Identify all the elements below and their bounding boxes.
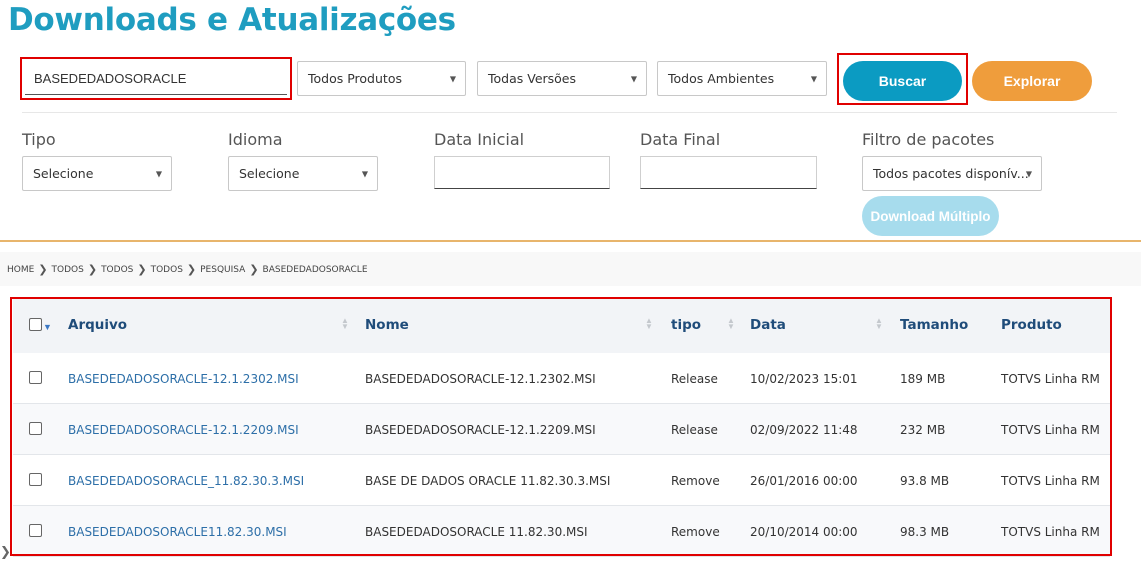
row-checkbox[interactable] [29, 371, 42, 384]
idioma-label: Idioma [228, 130, 283, 149]
sort-icon[interactable]: ▲ ▼ [875, 317, 883, 331]
search-input[interactable] [25, 62, 287, 95]
breadcrumb-item-home[interactable]: HOME [7, 265, 34, 275]
page-title: Downloads e Atualizações [8, 2, 456, 38]
arquivo-link[interactable]: BASEDEDADOSORACLE-12.1.2302.MSI [68, 372, 299, 386]
header-tamanho[interactable]: Tamanho [900, 317, 968, 333]
tipo-cell: Remove [671, 525, 720, 539]
data-inicial-input[interactable] [434, 156, 610, 189]
breadcrumb-item-current: BASEDEDADOSORACLE [262, 264, 368, 275]
tipo-select[interactable]: Selecione ▼ [22, 156, 172, 191]
versoes-select-value: Todas Versões [488, 71, 577, 86]
data-cell: 20/10/2014 00:00 [750, 525, 858, 539]
produto-cell: TOTVS Linha RM [1001, 474, 1100, 488]
data-cell: 02/09/2022 11:48 [750, 423, 858, 437]
tipo-select-value: Selecione [33, 166, 94, 181]
select-all-checkbox[interactable] [29, 318, 42, 331]
table-row: BASEDEDADOSORACLE11.82.30.MSI BASEDEDADO… [13, 506, 1110, 557]
row-checkbox[interactable] [29, 524, 42, 537]
nome-cell: BASEDEDADOSORACLE 11.82.30.MSI [365, 525, 588, 539]
nome-cell: BASEDEDADOSORACLE-12.1.2302.MSI [365, 372, 596, 386]
table-row: BASEDEDADOSORACLE-12.1.2209.MSI BASEDEDA… [13, 404, 1110, 455]
tamanho-cell: 232 MB [900, 423, 946, 437]
arquivo-link[interactable]: BASEDEDADOSORACLE_11.82.30.3.MSI [68, 474, 304, 488]
tamanho-cell: 189 MB [900, 372, 946, 386]
chevron-right-icon: ❯ [249, 263, 259, 276]
caret-down-icon: ▼ [361, 169, 368, 178]
caret-down-icon: ▼ [630, 74, 637, 83]
header-arquivo[interactable]: Arquivo [68, 317, 127, 333]
data-cell: 26/01/2016 00:00 [750, 474, 858, 488]
chevron-right-icon[interactable]: ❯ [0, 544, 11, 560]
table-row: BASEDEDADOSORACLE-12.1.2302.MSI BASEDEDA… [13, 353, 1110, 404]
caret-down-icon[interactable]: ▼ [43, 322, 52, 332]
download-multiplo-button[interactable]: Download Múltiplo [862, 196, 999, 236]
breadcrumb-item[interactable]: PESQUISA [200, 265, 245, 275]
header-tipo[interactable]: tipo [671, 317, 701, 333]
filtro-pacotes-label: Filtro de pacotes [862, 130, 995, 149]
buscar-button[interactable]: Buscar [843, 61, 962, 101]
section-divider [0, 240, 1141, 242]
row-checkbox[interactable] [29, 422, 42, 435]
versoes-select[interactable]: Todas Versões ▼ [477, 61, 647, 96]
chevron-right-icon: ❯ [137, 263, 147, 276]
data-inicial-label: Data Inicial [434, 130, 525, 149]
data-final-label: Data Final [640, 130, 721, 149]
sort-icon[interactable]: ▲ ▼ [645, 317, 653, 331]
divider [22, 112, 1117, 113]
header-nome[interactable]: Nome [365, 317, 409, 333]
nome-cell: BASEDEDADOSORACLE-12.1.2209.MSI [365, 423, 596, 437]
explorar-button[interactable]: Explorar [972, 61, 1092, 101]
chevron-right-icon: ❯ [87, 263, 98, 276]
produto-cell: TOTVS Linha RM [1001, 372, 1100, 386]
tipo-cell: Remove [671, 474, 720, 488]
arquivo-link[interactable]: BASEDEDADOSORACLE-12.1.2209.MSI [68, 423, 299, 437]
caret-down-icon: ▼ [1025, 169, 1032, 178]
caret-down-icon: ▼ [449, 74, 456, 83]
tamanho-cell: 98.3 MB [900, 525, 950, 539]
produto-cell: TOTVS Linha RM [1001, 525, 1100, 539]
chevron-right-icon: ❯ [186, 263, 197, 276]
data-final-input[interactable] [640, 156, 817, 189]
idioma-select[interactable]: Selecione ▼ [228, 156, 378, 191]
caret-down-icon: ▼ [810, 74, 817, 83]
breadcrumb: HOME ❯ TODOS ❯ TODOS ❯ TODOS ❯ PESQUISA … [7, 263, 368, 276]
arquivo-link[interactable]: BASEDEDADOSORACLE11.82.30.MSI [68, 525, 287, 539]
header-produto[interactable]: Produto [1001, 317, 1062, 333]
breadcrumb-item[interactable]: TODOS [52, 265, 84, 275]
idioma-select-value: Selecione [239, 166, 300, 181]
chevron-right-icon: ❯ [38, 263, 48, 276]
breadcrumb-item[interactable]: TODOS [151, 265, 183, 275]
breadcrumb-item[interactable]: TODOS [101, 265, 133, 275]
table-header: ▼ Arquivo ▲ ▼ Nome ▲ ▼ tipo ▲ ▼ Data ▲ ▼ Tam… [13, 297, 1110, 353]
tamanho-cell: 93.8 MB [900, 474, 950, 488]
table-row: BASEDEDADOSORACLE_11.82.30.3.MSI BASE DE… [13, 455, 1110, 506]
filtro-pacotes-select-value: Todos pacotes disponív... [873, 166, 1029, 181]
data-cell: 10/02/2023 15:01 [750, 372, 858, 386]
tipo-label: Tipo [22, 130, 56, 149]
produtos-select-value: Todos Produtos [308, 71, 402, 86]
produto-cell: TOTVS Linha RM [1001, 423, 1100, 437]
tipo-cell: Release [671, 423, 718, 437]
ambientes-select[interactable]: Todos Ambientes ▼ [657, 61, 827, 96]
produtos-select[interactable]: Todos Produtos ▼ [297, 61, 466, 96]
filtro-pacotes-select[interactable]: Todos pacotes disponív... ▼ [862, 156, 1042, 191]
ambientes-select-value: Todos Ambientes [668, 71, 775, 86]
tipo-cell: Release [671, 372, 718, 386]
row-checkbox[interactable] [29, 473, 42, 486]
results-table: ▼ Arquivo ▲ ▼ Nome ▲ ▼ tipo ▲ ▼ Data ▲ ▼ Tam… [13, 297, 1110, 557]
sort-icon[interactable]: ▲ ▼ [341, 317, 349, 331]
header-data[interactable]: Data [750, 317, 786, 333]
caret-down-icon: ▼ [155, 169, 162, 178]
nome-cell: BASE DE DADOS ORACLE 11.82.30.3.MSI [365, 474, 611, 488]
sort-icon[interactable]: ▲ ▼ [727, 317, 735, 331]
